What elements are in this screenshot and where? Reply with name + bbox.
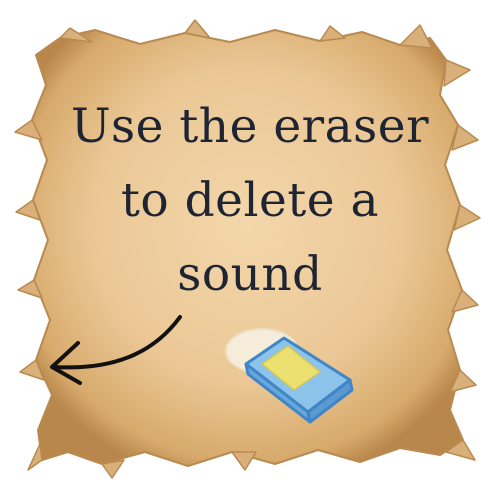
tutorial-line-1: Use the eraser <box>70 99 430 154</box>
tutorial-card: Use the eraser to delete a sound <box>0 0 500 500</box>
tutorial-line-3: sound <box>177 247 323 302</box>
tutorial-line-2: to delete a <box>120 173 380 228</box>
curved-arrow-left-icon <box>50 315 182 385</box>
eraser-icon[interactable] <box>222 318 372 428</box>
tutorial-message: Use the eraser to delete a sound <box>40 90 460 312</box>
